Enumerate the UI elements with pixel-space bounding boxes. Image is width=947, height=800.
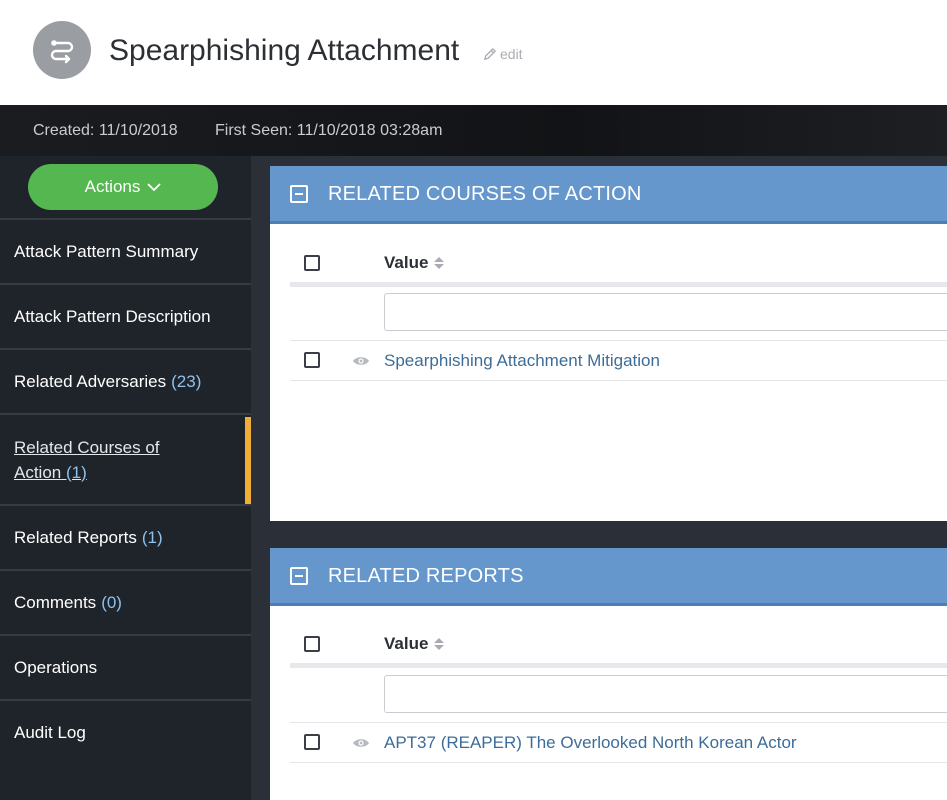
row-link[interactable]: Spearphishing Attachment Mitigation [384, 351, 660, 371]
chevron-down-icon [147, 182, 162, 191]
sort-icon [434, 257, 445, 269]
sidebar-item-related-adversaries[interactable]: Related Adversaries (23) [0, 348, 251, 413]
sidebar-item-count: (0) [101, 593, 122, 612]
sidebar-item-attack-pattern-summary[interactable]: Attack Pattern Summary [0, 218, 251, 283]
related-reports-panel: RELATED REPORTS Value APT37 (REAPER) The… [270, 548, 947, 800]
related-courses-panel: RELATED COURSES OF ACTION Value Spearphi… [270, 166, 947, 521]
row-divider [290, 380, 947, 381]
created-date: Created: 11/10/2018 [33, 122, 178, 139]
value-filter-input[interactable] [384, 293, 947, 331]
sidebar-item-comments[interactable]: Comments (0) [0, 569, 251, 634]
attack-pattern-icon [33, 21, 91, 79]
sidebar-item-label: Related Reports [14, 528, 137, 547]
collapse-icon[interactable] [290, 185, 308, 203]
collapse-icon[interactable] [290, 567, 308, 585]
panel-title: RELATED COURSES OF ACTION [328, 183, 642, 205]
edit-label: edit [500, 46, 523, 62]
sort-icon [434, 638, 445, 650]
sidebar-item-count: (1) [141, 528, 163, 547]
sidebar-item-label: Related Adversaries [14, 372, 167, 391]
row-divider [290, 340, 947, 341]
first-seen-date: First Seen: 11/10/2018 03:28am [215, 122, 443, 139]
metadata-bar: Created: 11/10/2018 First Seen: 11/10/20… [0, 105, 947, 156]
sidebar: Actions Attack Pattern Summary Attack Pa… [0, 156, 251, 800]
sidebar-item-label: Audit Log [14, 723, 86, 742]
column-label: Value [384, 634, 429, 653]
row-divider [290, 762, 947, 763]
edit-title-link[interactable]: edit [482, 46, 523, 62]
select-all-checkbox[interactable] [304, 255, 320, 271]
sidebar-item-label: Attack Pattern Description [14, 307, 211, 326]
panel-title: RELATED REPORTS [328, 565, 524, 587]
sidebar-item-count: (23) [171, 372, 202, 391]
row-checkbox[interactable] [304, 734, 320, 750]
sidebar-item-related-courses-of-action[interactable]: Related Courses of Action (1) [0, 413, 251, 504]
panel-header: RELATED COURSES OF ACTION [270, 166, 947, 224]
sidebar-item-related-reports[interactable]: Related Reports (1) [0, 504, 251, 569]
sidebar-item-label: Related Courses of Action [14, 437, 160, 482]
header-divider [290, 282, 947, 287]
eye-icon[interactable] [352, 355, 370, 367]
sidebar-item-label-group: Related Courses of Action (1) [14, 435, 189, 485]
panel-header: RELATED REPORTS [270, 548, 947, 606]
page-title: Spearphishing Attachment [109, 34, 460, 67]
actions-label: Actions [84, 177, 141, 196]
row-checkbox[interactable] [304, 352, 320, 368]
select-all-checkbox[interactable] [304, 636, 320, 652]
value-column-header[interactable]: Value [384, 634, 445, 654]
sidebar-item-count: (1) [65, 462, 87, 482]
header-divider [290, 663, 947, 668]
active-indicator [245, 417, 251, 504]
sidebar-item-attack-pattern-description[interactable]: Attack Pattern Description [0, 283, 251, 348]
column-label: Value [384, 253, 429, 272]
sidebar-item-audit-log[interactable]: Audit Log [0, 699, 251, 764]
page-header: Spearphishing Attachment edit [0, 0, 947, 105]
sidebar-item-operations[interactable]: Operations [0, 634, 251, 699]
eye-icon[interactable] [352, 737, 370, 749]
pencil-icon [483, 47, 497, 60]
actions-button[interactable]: Actions [28, 164, 218, 210]
value-filter-input[interactable] [384, 675, 947, 713]
row-divider [290, 722, 947, 723]
sidebar-item-label: Comments [14, 593, 97, 612]
sidebar-item-label: Attack Pattern Summary [14, 242, 199, 261]
value-column-header[interactable]: Value [384, 253, 445, 273]
sidebar-item-label: Operations [14, 658, 98, 677]
row-link[interactable]: APT37 (REAPER) The Overlooked North Kore… [384, 733, 797, 753]
